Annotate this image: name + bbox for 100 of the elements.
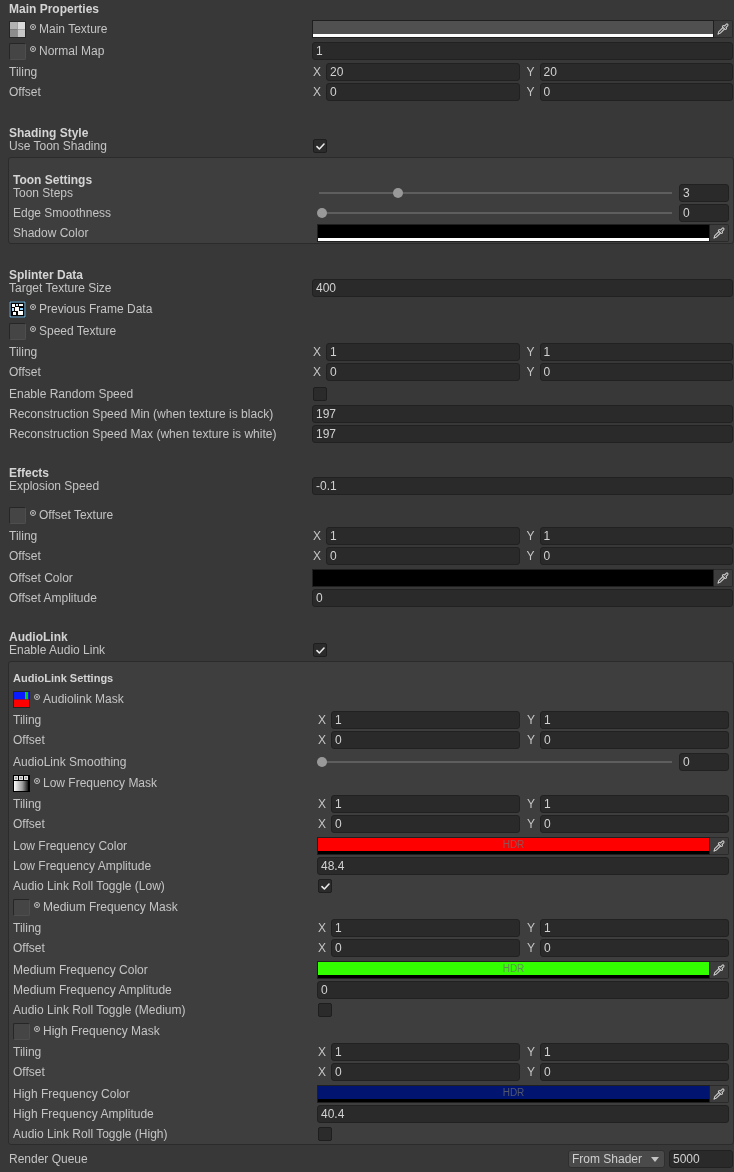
property-label: Offset xyxy=(9,85,41,99)
color-field[interactable] xyxy=(312,20,714,38)
number-field[interactable]: 0 xyxy=(539,83,733,101)
eyedropper-button[interactable] xyxy=(714,20,733,38)
number-field[interactable]: 0 xyxy=(331,731,520,749)
axis-label: X xyxy=(318,713,326,727)
eyedropper-button[interactable] xyxy=(714,569,733,587)
number-field[interactable]: 1 xyxy=(331,919,520,937)
slider-track[interactable] xyxy=(317,757,674,767)
number-field[interactable]: 0 xyxy=(679,204,729,222)
number-field[interactable]: 0 xyxy=(679,753,729,771)
number-field[interactable]: 1 xyxy=(326,343,520,361)
checkbox[interactable] xyxy=(313,643,327,657)
number-field[interactable]: 1 xyxy=(540,711,729,729)
checkbox[interactable] xyxy=(318,879,332,893)
slider-thumb[interactable] xyxy=(317,757,327,767)
number-field[interactable]: 197 xyxy=(312,425,733,443)
number-field[interactable]: 48.4 xyxy=(317,857,729,875)
texture-thumbnail[interactable] xyxy=(9,300,26,318)
circle-dot-icon[interactable] xyxy=(34,901,40,908)
checkbox[interactable] xyxy=(318,1127,332,1141)
texture-thumbnail[interactable] xyxy=(13,690,30,708)
number-field[interactable]: 1 xyxy=(540,1043,729,1061)
checkbox[interactable] xyxy=(313,387,327,401)
circle-dot-icon[interactable] xyxy=(30,23,36,30)
property-label: Audio Link Roll Toggle (High) xyxy=(13,1127,168,1141)
slider-thumb[interactable] xyxy=(317,208,327,218)
number-field[interactable]: 0 xyxy=(326,363,520,381)
color-field[interactable] xyxy=(317,224,710,242)
number-field[interactable]: 0 xyxy=(539,547,733,565)
number-field[interactable]: 1 xyxy=(326,527,520,545)
eyedropper-button[interactable] xyxy=(710,224,729,242)
checkbox[interactable] xyxy=(318,1003,332,1017)
number-field[interactable]: 0 xyxy=(312,589,733,607)
number-field[interactable]: 0 xyxy=(331,815,520,833)
number-field[interactable]: 3 xyxy=(679,184,729,202)
property-label: Speed Texture xyxy=(39,324,117,338)
property-label: Toon Steps xyxy=(13,186,74,200)
property-label: Tiling xyxy=(9,65,38,79)
color-field[interactable] xyxy=(312,569,714,587)
number-field[interactable]: 0 xyxy=(326,83,520,101)
number-field[interactable]: 1 xyxy=(539,343,733,361)
axis-label: X xyxy=(313,549,321,563)
property-label: Reconstruction Speed Max (when texture is white) xyxy=(9,427,277,441)
property-label: Offset xyxy=(9,365,41,379)
number-field[interactable]: 0 xyxy=(331,1063,520,1081)
render-queue-dropdown[interactable]: From Shader xyxy=(568,1150,665,1168)
number-field[interactable]: 1 xyxy=(312,42,733,60)
circle-dot-icon[interactable] xyxy=(34,777,40,784)
property-label: Reconstruction Speed Min (when texture is black) xyxy=(9,407,274,421)
number-field[interactable]: 20 xyxy=(539,63,733,81)
axis-label: Y xyxy=(527,817,535,831)
property-label: Tiling xyxy=(13,713,42,727)
number-field[interactable]: 1 xyxy=(331,795,520,813)
property-label: Use Toon Shading xyxy=(9,139,107,153)
checkbox[interactable] xyxy=(313,139,327,153)
eyedropper-button[interactable] xyxy=(710,1085,729,1103)
number-field[interactable]: 20 xyxy=(326,63,520,81)
texture-thumbnail[interactable] xyxy=(9,20,26,38)
circle-dot-icon[interactable] xyxy=(30,303,36,310)
circle-dot-icon[interactable] xyxy=(30,45,36,52)
number-field[interactable]: 1 xyxy=(539,527,733,545)
number-field[interactable]: 0 xyxy=(317,981,729,999)
circle-dot-icon[interactable] xyxy=(30,509,36,516)
number-field[interactable]: 5000 xyxy=(669,1150,733,1168)
circle-dot-icon[interactable] xyxy=(34,693,40,700)
axis-label: X xyxy=(318,1045,326,1059)
number-field[interactable]: 0 xyxy=(326,547,520,565)
property-label: Medium Frequency Amplitude xyxy=(13,983,172,997)
number-field[interactable]: 1 xyxy=(331,1043,520,1061)
number-field[interactable]: 0 xyxy=(540,815,729,833)
number-field[interactable]: -0.1 xyxy=(312,477,733,495)
slider-thumb[interactable] xyxy=(393,188,404,198)
number-field[interactable]: 40.4 xyxy=(317,1105,729,1123)
circle-dot-icon[interactable] xyxy=(34,1025,40,1032)
number-field[interactable]: 0 xyxy=(540,1063,729,1081)
eyedropper-button[interactable] xyxy=(710,961,729,979)
circle-dot-icon[interactable] xyxy=(30,325,36,332)
eyedropper-button[interactable] xyxy=(710,837,729,855)
number-field[interactable]: 0 xyxy=(540,939,729,957)
axis-label: Y xyxy=(526,65,535,79)
number-field[interactable]: 0 xyxy=(539,363,733,381)
slider-track[interactable] xyxy=(317,208,674,218)
number-field[interactable]: 1 xyxy=(540,919,729,937)
property-label: Tiling xyxy=(13,921,42,935)
property-label: High Frequency Color xyxy=(13,1087,130,1101)
axis-label: Y xyxy=(527,1065,535,1079)
number-field[interactable]: 197 xyxy=(312,405,733,423)
axis-label: Y xyxy=(526,549,535,563)
property-label: Enable Random Speed xyxy=(9,387,134,401)
number-field[interactable]: 0 xyxy=(331,939,520,957)
checkmark-icon xyxy=(320,882,330,890)
axis-label: X xyxy=(313,529,321,543)
number-field[interactable]: 1 xyxy=(331,711,520,729)
number-field[interactable]: 400 xyxy=(312,279,733,297)
axis-label: Y xyxy=(526,529,535,543)
texture-thumbnail[interactable] xyxy=(13,774,30,792)
number-field[interactable]: 0 xyxy=(540,731,729,749)
number-field[interactable]: 1 xyxy=(540,795,729,813)
slider-track[interactable] xyxy=(317,188,674,198)
